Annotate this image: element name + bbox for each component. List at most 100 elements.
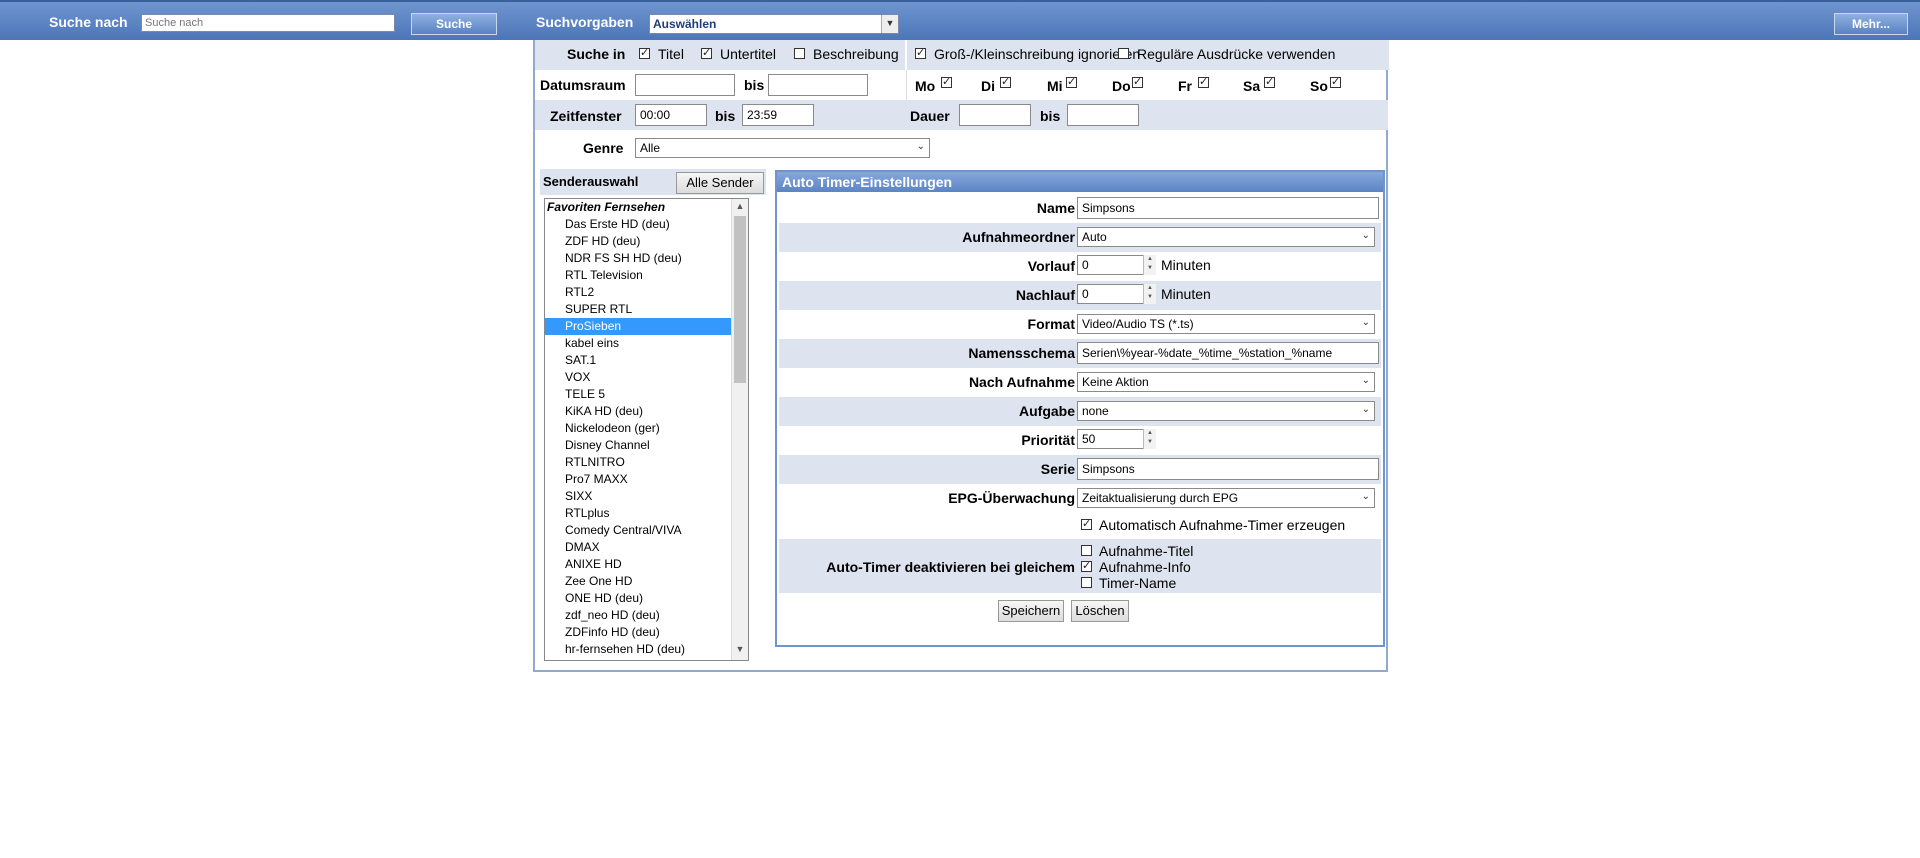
channel-item[interactable]: ONE HD (deu) <box>545 590 748 607</box>
search-in-label: Suche in <box>567 46 626 62</box>
more-button[interactable]: Mehr... <box>1834 13 1908 35</box>
ignore-case-checkbox[interactable]: ✓ <box>915 48 926 59</box>
all-channels-button[interactable]: Alle Sender <box>676 172 764 194</box>
priority-spinner-icon[interactable]: ▲ ▼ <box>1143 429 1156 449</box>
channel-item[interactable]: ZDF HD (deu) <box>545 233 748 250</box>
channel-item[interactable]: DMAX <box>545 539 748 556</box>
naming-input[interactable] <box>1077 342 1379 364</box>
presets-select[interactable]: Auswählen ▼ <box>649 14 899 34</box>
timeframe-label: Zeitfenster <box>550 108 622 124</box>
weekday-mi-checkbox[interactable]: ✓ <box>1066 77 1077 88</box>
channel-item[interactable]: ANIXE HD <box>545 556 748 573</box>
save-button[interactable]: Speichern <box>998 600 1064 622</box>
channel-item[interactable]: Das Erste HD (deu) <box>545 216 748 233</box>
name-input[interactable] <box>1077 197 1379 219</box>
weekday-mo-checkbox[interactable]: ✓ <box>941 77 952 88</box>
channel-item[interactable]: Pro7 MAXX <box>545 471 748 488</box>
post-unit: Minuten <box>1161 286 1211 302</box>
chevron-down-icon: ⌄ <box>1361 317 1370 328</box>
pre-row: Vorlauf ▲▼ Minuten <box>779 252 1381 281</box>
channel-item[interactable]: Comedy Central/VIVA <box>545 522 748 539</box>
duration-to-input[interactable] <box>1067 104 1139 126</box>
channel-item[interactable]: TELE 5 <box>545 386 748 403</box>
search-in-row: Suche in ✓ Titel ✓ Untertitel Beschreibu… <box>535 40 905 70</box>
epg-select[interactable]: Zeitaktualisierung durch EPG ⌄ <box>1077 488 1375 508</box>
time-from-input[interactable] <box>635 104 707 126</box>
channel-item[interactable]: RTL2 <box>545 284 748 301</box>
folder-select[interactable]: Auto ⌄ <box>1077 227 1375 247</box>
deact-timer-checkbox[interactable] <box>1081 577 1092 588</box>
format-select[interactable]: Video/Audio TS (*.ts) ⌄ <box>1077 314 1375 334</box>
channel-scrollbar[interactable]: ▲ ▼ <box>731 199 748 660</box>
channel-item[interactable]: kabel eins <box>545 335 748 352</box>
channel-item[interactable]: ProSieben <box>545 318 748 335</box>
presets-select-value: Auswählen <box>653 17 717 31</box>
naming-row: Namensschema <box>779 339 1381 368</box>
weekday-fr-checkbox[interactable]: ✓ <box>1198 77 1209 88</box>
subtitle-checkbox[interactable]: ✓ <box>701 48 712 59</box>
search-input[interactable] <box>141 14 395 32</box>
channel-item[interactable]: zdf_neo HD (deu) <box>545 607 748 624</box>
date-to-input[interactable] <box>768 74 868 96</box>
post-spinner-icon[interactable]: ▲ ▼ <box>1143 284 1156 304</box>
pre-spinner-icon[interactable]: ▲ ▼ <box>1143 255 1156 275</box>
time-to-input[interactable] <box>742 104 814 126</box>
weekday-di-checkbox[interactable]: ✓ <box>1000 77 1011 88</box>
top-bar: Suche nach Suche Suchvorgaben Auswählen … <box>0 0 1920 40</box>
regex-checkbox[interactable] <box>1118 48 1129 59</box>
channel-item[interactable]: RTL Television <box>545 267 748 284</box>
channel-list[interactable]: Favoriten Fernsehen Das Erste HD (deu) ZD… <box>544 198 749 661</box>
deactivate-label: Auto-Timer deaktivieren bei gleichem <box>826 559 1075 575</box>
folder-label: Aufnahmeordner <box>962 229 1075 245</box>
task-select[interactable]: none ⌄ <box>1077 401 1375 421</box>
channel-item[interactable]: KiKA HD (deu) <box>545 403 748 420</box>
auto-timer-row: ✓ Automatisch Aufnahme-Timer erzeugen <box>779 513 1381 539</box>
channel-item[interactable]: Nickelodeon (ger) <box>545 420 748 437</box>
weekday-mo-label: Mo <box>915 78 936 94</box>
duration-from-input[interactable] <box>959 104 1031 126</box>
deact-title-checkbox[interactable] <box>1081 545 1092 556</box>
delete-button[interactable]: Löschen <box>1071 600 1129 622</box>
title-checkbox[interactable]: ✓ <box>639 48 650 59</box>
weekday-sa-checkbox[interactable]: ✓ <box>1264 77 1275 88</box>
after-select[interactable]: Keine Aktion ⌄ <box>1077 372 1375 392</box>
channel-item[interactable]: RTLplus <box>545 505 748 522</box>
genre-label: Genre <box>583 140 624 156</box>
date-from-input[interactable] <box>635 74 735 96</box>
time-to-label: bis <box>715 108 736 124</box>
channel-item[interactable]: SAT.1 <box>545 352 748 369</box>
chevron-down-icon: ⌄ <box>1361 230 1370 241</box>
weekday-do-label: Do <box>1112 78 1131 94</box>
channel-title: Senderauswahl <box>543 174 639 189</box>
channel-item[interactable]: Zee One HD <box>545 573 748 590</box>
after-row: Nach Aufnahme Keine Aktion ⌄ <box>779 368 1381 397</box>
series-label: Serie <box>1040 461 1075 477</box>
scroll-up-icon[interactable]: ▲ <box>732 201 748 215</box>
channel-item[interactable]: NDR FS SH HD (deu) <box>545 250 748 267</box>
channel-item[interactable]: hr-fernsehen HD (deu) <box>545 641 748 658</box>
search-button[interactable]: Suche <box>411 13 497 35</box>
channel-item[interactable]: RTLNITRO <box>545 454 748 471</box>
weekday-so-checkbox[interactable]: ✓ <box>1330 77 1341 88</box>
channel-item[interactable]: SUPER RTL <box>545 301 748 318</box>
pre-unit: Minuten <box>1161 257 1211 273</box>
channel-item[interactable]: SIXX <box>545 488 748 505</box>
weekday-so-label: So <box>1310 78 1328 94</box>
weekday-mi-label: Mi <box>1047 78 1063 94</box>
auto-timer-checkbox[interactable]: ✓ <box>1081 519 1092 530</box>
deact-info-checkbox[interactable]: ✓ <box>1081 561 1092 572</box>
description-checkbox[interactable] <box>794 48 805 59</box>
weekday-do-checkbox[interactable]: ✓ <box>1132 77 1143 88</box>
scroll-thumb[interactable] <box>734 216 746 383</box>
folder-row: Aufnahmeordner Auto ⌄ <box>779 223 1381 252</box>
channel-item[interactable]: VOX <box>545 369 748 386</box>
scroll-down-icon[interactable]: ▼ <box>732 644 748 658</box>
regex-label: Reguläre Ausdrücke verwenden <box>1137 46 1336 62</box>
channel-item[interactable]: ZDFinfo HD (deu) <box>545 624 748 641</box>
channel-item[interactable]: Disney Channel <box>545 437 748 454</box>
weekdays-row: Mo ✓ Di ✓ Mi ✓ Do ✓ Fr ✓ Sa ✓ So ✓ <box>906 70 1389 100</box>
task-label: Aufgabe <box>1019 403 1075 419</box>
deactivate-row: Auto-Timer deaktivieren bei gleichem Auf… <box>779 539 1381 593</box>
genre-select[interactable]: Alle ⌄ <box>635 138 930 158</box>
series-input[interactable] <box>1077 458 1379 480</box>
